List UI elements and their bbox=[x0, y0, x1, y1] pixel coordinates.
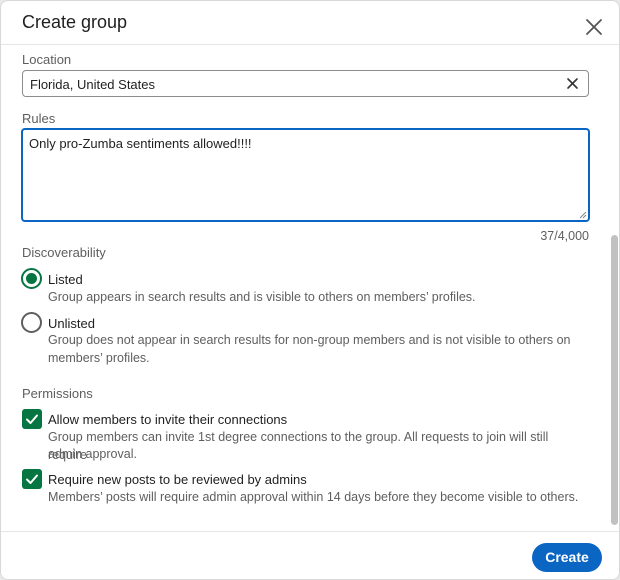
listed-description: Group appears in search results and is v… bbox=[48, 290, 476, 304]
rules-value: Only pro-Zumba sentiments allowed!!!! bbox=[29, 136, 252, 151]
clear-icon[interactable] bbox=[566, 77, 579, 90]
listed-title: Listed bbox=[48, 272, 83, 287]
character-counter: 37/4,000 bbox=[540, 229, 589, 243]
radio-listed[interactable] bbox=[21, 268, 42, 289]
rules-textarea[interactable]: Only pro-Zumba sentiments allowed!!!! bbox=[21, 128, 590, 222]
discoverability-label: Discoverability bbox=[22, 245, 106, 260]
unlisted-title: Unlisted bbox=[48, 316, 95, 331]
review-posts-title: Require new posts to be reviewed by admi… bbox=[48, 472, 307, 487]
allow-invites-description-line2: admin approval. bbox=[48, 447, 137, 461]
dialog-footer: Create bbox=[1, 531, 619, 579]
checkbox-review-posts[interactable] bbox=[22, 469, 42, 489]
close-icon bbox=[586, 19, 602, 35]
rules-label: Rules bbox=[22, 111, 56, 126]
create-group-dialog: Create group Location Florida, United St… bbox=[0, 0, 620, 580]
scrollbar[interactable] bbox=[611, 235, 618, 525]
resize-grip-icon[interactable] bbox=[579, 211, 587, 219]
location-value: Florida, United States bbox=[30, 77, 156, 92]
close-button[interactable] bbox=[582, 15, 606, 39]
dialog-header: Create group bbox=[1, 1, 619, 45]
location-label: Location bbox=[22, 52, 72, 67]
unlisted-description-line1: Group does not appear in search results … bbox=[48, 333, 571, 347]
checkbox-allow-invites[interactable] bbox=[22, 409, 42, 429]
radio-unlisted[interactable] bbox=[21, 312, 42, 333]
check-icon bbox=[26, 474, 38, 484]
dialog-body[interactable]: Location Florida, United States Rules On… bbox=[1, 46, 619, 530]
dialog-title: Create group bbox=[22, 12, 128, 32]
location-input[interactable]: Florida, United States bbox=[22, 70, 589, 97]
review-posts-description: Members’ posts will require admin approv… bbox=[48, 490, 579, 504]
check-icon bbox=[26, 414, 38, 424]
create-button[interactable]: Create bbox=[532, 543, 602, 572]
allow-invites-title: Allow members to invite their connection… bbox=[48, 412, 288, 427]
permissions-label: Permissions bbox=[22, 386, 93, 401]
unlisted-description-line2: members’ profiles. bbox=[48, 351, 150, 365]
